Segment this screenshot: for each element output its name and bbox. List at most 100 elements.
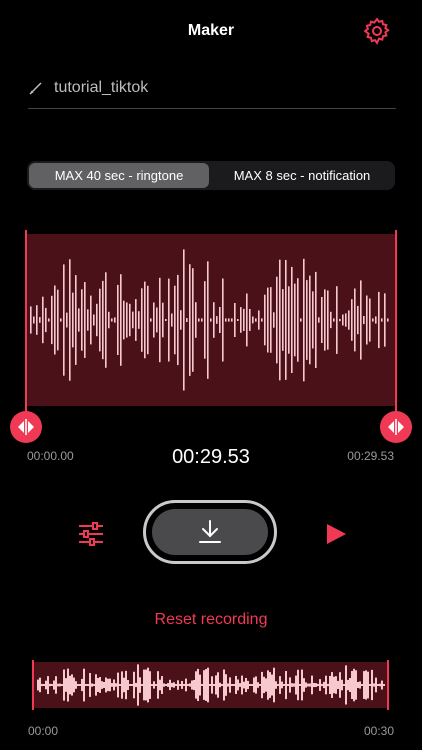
waveform-bar xyxy=(309,275,311,365)
waveform-bar xyxy=(239,683,241,687)
waveform-bar xyxy=(213,302,215,338)
waveform-bar xyxy=(321,683,323,687)
waveform-bar xyxy=(335,676,337,694)
waveform-bar xyxy=(336,286,338,354)
waveform-bar xyxy=(379,683,381,687)
waveform-bar xyxy=(289,677,291,693)
waveform-bar xyxy=(211,676,213,694)
waveform-bar xyxy=(45,680,47,690)
waveform-bar xyxy=(259,684,261,686)
waveform-bar xyxy=(339,318,341,322)
waveform-bar xyxy=(155,684,157,686)
trim-start-handle[interactable] xyxy=(10,411,42,443)
waveform-bar xyxy=(351,671,353,699)
waveform-bar xyxy=(361,684,363,686)
waveform-bar xyxy=(279,259,281,381)
waveform-bar xyxy=(111,318,113,322)
waveform-bar xyxy=(281,681,283,689)
waveform-bar xyxy=(78,308,80,332)
gear-icon[interactable] xyxy=(362,16,392,46)
waveform-bar xyxy=(99,288,101,352)
waveform-bar xyxy=(41,683,43,687)
waveform-bar xyxy=(312,291,314,349)
overview-waveform[interactable] xyxy=(33,662,389,708)
waveform-bar xyxy=(171,682,173,688)
waveform-bar xyxy=(277,684,279,686)
waveform-bar xyxy=(315,683,317,687)
waveform-bar xyxy=(97,678,99,692)
waveform-bar xyxy=(255,318,257,322)
waveform-bar xyxy=(249,684,251,686)
waveform-bar xyxy=(309,683,311,687)
recording-name-field[interactable]: tutorial_tiktok xyxy=(28,78,396,109)
mode-notification-button[interactable]: MAX 8 sec - notification xyxy=(211,163,393,188)
waveform-bar xyxy=(231,684,233,686)
waveform-bar xyxy=(93,684,95,686)
play-icon[interactable] xyxy=(322,520,350,548)
waveform-bar xyxy=(61,684,63,686)
waveform-bar xyxy=(75,681,77,689)
waveform-bar xyxy=(60,318,62,322)
waveform-bar xyxy=(132,311,134,329)
waveform-bar xyxy=(191,680,193,690)
waveform-bar xyxy=(225,674,227,696)
sliders-icon[interactable] xyxy=(76,519,106,549)
waveform-bar xyxy=(143,669,145,701)
waveform-bar xyxy=(197,668,199,701)
waveform-bar xyxy=(295,675,297,695)
waveform-bar xyxy=(210,318,212,322)
waveform-bar xyxy=(169,679,171,691)
waveform-bar xyxy=(69,675,71,695)
waveform-bar xyxy=(165,319,167,321)
waveform-bar xyxy=(90,295,92,345)
waveform-bar xyxy=(252,316,254,324)
download-button[interactable] xyxy=(143,500,277,564)
waveform-bar xyxy=(115,683,117,687)
waveform-bar xyxy=(195,302,197,338)
trim-end-handle[interactable] xyxy=(380,411,412,443)
waveform-bar xyxy=(303,678,305,692)
waveform-bar xyxy=(204,281,206,359)
waveform-bar xyxy=(161,676,163,694)
waveform-bar xyxy=(267,670,269,700)
waveform-bar xyxy=(357,682,359,688)
waveform-bar xyxy=(127,680,129,690)
waveform-bar xyxy=(121,671,123,699)
waveform-bar xyxy=(201,318,203,322)
waveform-bar xyxy=(157,671,159,699)
waveform-bar xyxy=(145,669,147,701)
waveform-bar xyxy=(209,684,211,686)
waveform-bar xyxy=(138,311,140,329)
waveform-bar xyxy=(359,681,361,689)
waveform-bar xyxy=(279,676,281,694)
waveform-bar xyxy=(235,675,237,694)
waveform-editor[interactable] xyxy=(26,234,396,406)
waveform-bar xyxy=(367,671,369,699)
waveform-bar xyxy=(71,674,73,696)
waveform-bar xyxy=(153,681,155,689)
waveform-bar xyxy=(234,303,236,337)
waveform-bar xyxy=(135,299,137,341)
waveform-bar xyxy=(81,678,83,692)
waveform-bar xyxy=(339,672,341,698)
waveform-bar xyxy=(342,314,344,326)
waveform-bar xyxy=(125,670,127,700)
waveform-bar xyxy=(55,676,57,694)
waveform-bar xyxy=(288,286,290,354)
waveform-bar xyxy=(372,318,374,322)
waveform-bar xyxy=(42,296,44,344)
waveform-bar xyxy=(249,309,251,331)
waveform-bar xyxy=(135,682,137,688)
waveform-bar xyxy=(47,676,49,694)
waveform-bar xyxy=(139,677,141,693)
waveform-bar xyxy=(183,684,185,686)
waveform-bar xyxy=(321,297,323,343)
reset-recording-button[interactable]: Reset recording xyxy=(0,611,422,629)
mode-ringtone-button[interactable]: MAX 40 sec - ringtone xyxy=(29,163,209,188)
waveform-bar xyxy=(109,678,111,692)
waveform-bar xyxy=(291,266,293,373)
waveform-bar xyxy=(114,317,116,323)
waveform-bar xyxy=(349,678,351,692)
waveform-bar xyxy=(129,303,131,337)
page-title: Maker xyxy=(187,22,235,39)
